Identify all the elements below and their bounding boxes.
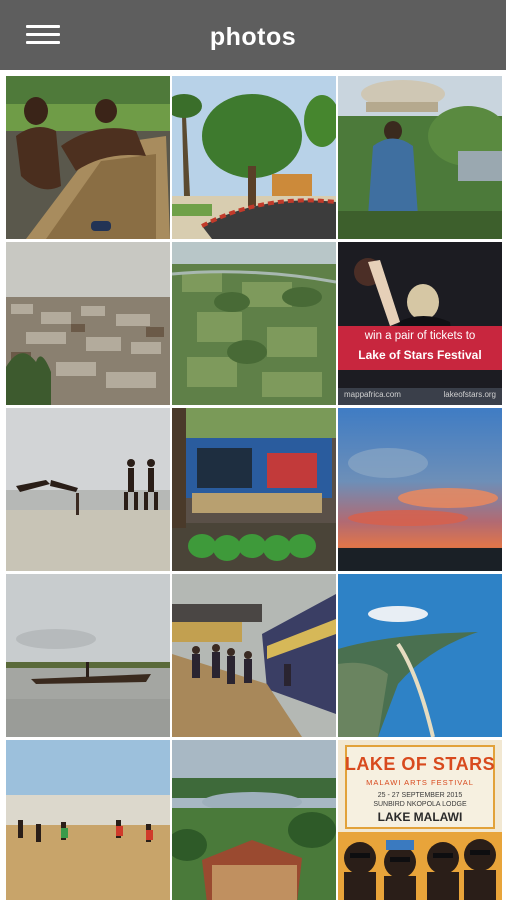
photo-tile-sunset[interactable] bbox=[338, 408, 502, 571]
tickets-footer-left: mappafrica.com bbox=[344, 390, 401, 399]
photo-grid: win a pair of tickets to Lake of Stars F… bbox=[0, 70, 506, 900]
photo-tile-lake-view[interactable] bbox=[172, 740, 336, 900]
photo-tile-coastline-aerial[interactable] bbox=[338, 574, 502, 737]
photo-tile-train-station[interactable] bbox=[172, 574, 336, 737]
photo-tile-lake-canoe[interactable] bbox=[6, 574, 170, 737]
tickets-footer-right: lakeofstars.org bbox=[443, 390, 496, 399]
photo-tile-beach-boys[interactable] bbox=[6, 408, 170, 571]
photo-tile-farmland-aerial[interactable] bbox=[172, 242, 336, 405]
photo-tile-festival-tickets[interactable]: win a pair of tickets to Lake of Stars F… bbox=[338, 242, 502, 405]
photo-tile-boys-canoe[interactable] bbox=[6, 76, 170, 239]
poster-title: LAKE OF STARS bbox=[344, 754, 496, 774]
hamburger-menu-icon[interactable] bbox=[20, 18, 64, 52]
photo-tile-woman-bundles[interactable] bbox=[338, 76, 502, 239]
photo-tile-beach-football[interactable] bbox=[6, 740, 170, 900]
top-app-bar: photos bbox=[0, 0, 506, 70]
poster-location: LAKE MALAWI bbox=[377, 810, 463, 824]
poster-venue: SUNBIRD NKOPOLA LODGE bbox=[373, 801, 467, 808]
tickets-line-1: win a pair of tickets to bbox=[364, 330, 476, 342]
page-title: photos bbox=[209, 23, 297, 51]
poster-dates: 25 - 27 SEPTEMBER 2015 bbox=[377, 792, 463, 799]
poster-subtitle: MALAWI ARTS FESTIVAL bbox=[366, 778, 474, 787]
photo-tile-town-aerial[interactable] bbox=[6, 242, 170, 405]
tickets-line-2: Lake of Stars Festival bbox=[358, 348, 482, 362]
photo-tile-tree-road[interactable] bbox=[172, 76, 336, 239]
photo-tile-festival-poster[interactable]: LAKE OF STARS MALAWI ARTS FESTIVAL 25 - … bbox=[338, 740, 502, 900]
photo-tile-vegetable-market[interactable] bbox=[172, 408, 336, 571]
